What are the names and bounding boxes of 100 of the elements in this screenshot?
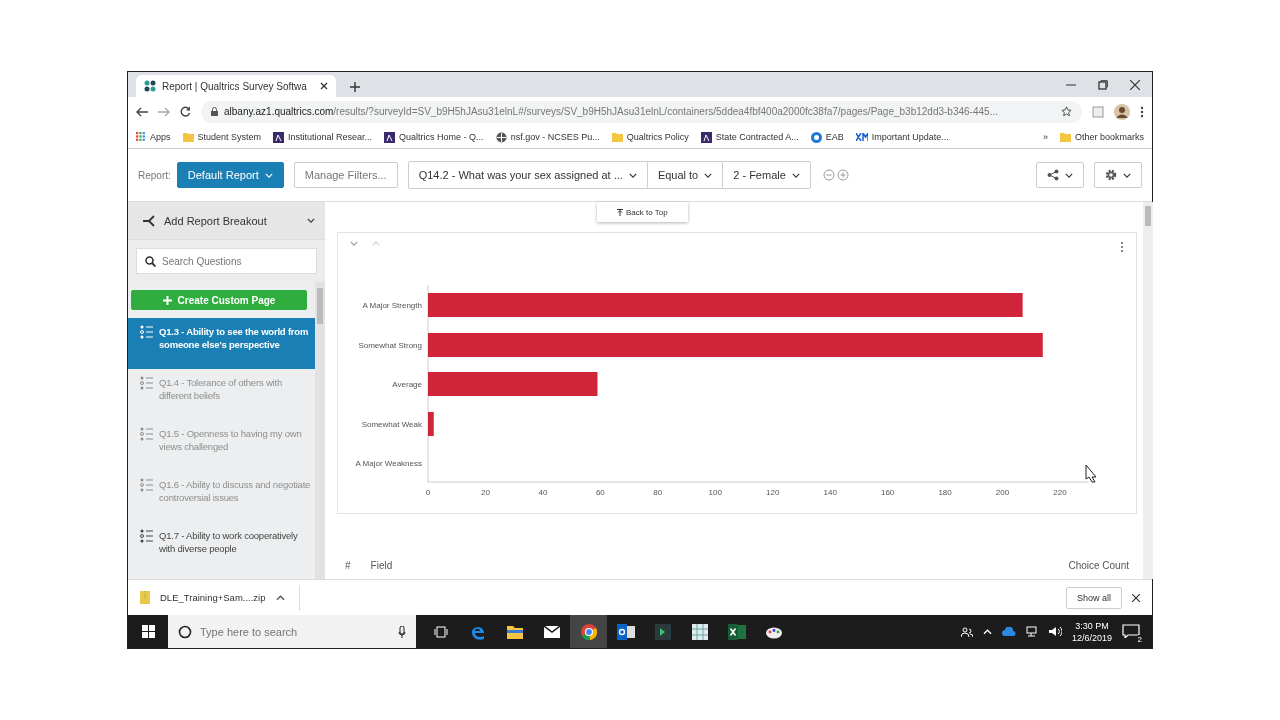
notification-count: 2 [1135,634,1144,644]
share-dropdown[interactable] [1036,162,1084,188]
restore-icon[interactable] [1098,79,1108,90]
lock-icon [211,107,218,116]
reload-icon[interactable] [180,106,191,117]
folder-icon[interactable] [506,624,523,639]
microphone-icon [398,625,406,638]
terminal-app-icon[interactable] [654,623,671,640]
folder-icon [1059,132,1071,142]
people-icon[interactable] [960,625,973,638]
chevron-icon [791,172,800,178]
add-report-breakout-button[interactable]: Add Report Breakout [128,202,325,240]
collapse-icon [350,241,358,246]
site-favicon-icon [700,131,712,143]
folder-icon [611,132,623,142]
tick-label: 100 [708,488,722,497]
manage-filters-button[interactable]: Manage Filters... [293,162,398,188]
column-header: Choice Count [1068,560,1129,571]
browser-tab[interactable]: Report | Qualtrics Survey Softwa [136,75,336,97]
search-field[interactable]: Search Questions [162,249,308,273]
category-label: Somewhat Strong [358,341,422,350]
list-icon [140,529,153,543]
bookmark[interactable]: nsf.gov - NCSES Pu... [495,131,600,143]
more-bookmarks[interactable]: » [1042,132,1048,142]
bookmark[interactable]: Other bookmarks [1059,132,1144,142]
speaker-icon[interactable] [1048,626,1062,637]
site-favicon-icon [384,131,396,143]
bookmark[interactable]: Qualtrics Home - Q... [384,131,484,143]
scrollbar-thumb[interactable] [1145,206,1151,226]
list-icon [140,376,153,390]
folder-icon [182,132,194,142]
tick-label: 40 [538,488,548,497]
question-item[interactable]: Q1.7 - Ability to work cooperatively with diverse people [128,522,315,573]
task-view-icon[interactable] [433,625,448,638]
tick-label: 180 [938,488,952,497]
chevron-icon [628,172,637,178]
chrome-browser-icon[interactable] [580,623,597,640]
report-dropdown[interactable]: Default Report [176,162,284,188]
grid-app-icon[interactable] [691,623,708,640]
bookmark[interactable]: EAB [810,131,844,143]
xm-logo-icon [855,133,868,141]
list-icon [140,478,153,492]
download-file-name[interactable]: DLE_Training+Sam....zip [160,592,266,603]
tick-label: 200 [995,488,1010,497]
report-label: Report: [138,169,171,181]
outlook-icon[interactable] [616,623,635,640]
bookmark[interactable]: Qualtrics Policy [611,132,689,142]
tick-label: 20 [481,488,490,497]
settings-dropdown[interactable] [1094,162,1142,188]
taskbar-search-box[interactable]: Type here to search [168,615,416,648]
qualtrics-favicon-icon [144,80,156,92]
site-favicon-icon [273,131,285,143]
mail-icon[interactable] [543,625,560,638]
star-icon[interactable] [1061,106,1072,117]
list-icon [140,325,153,339]
back-icon[interactable] [136,106,148,117]
category-label: A Major Weakness [355,459,422,468]
excel-icon[interactable] [727,623,746,640]
list-icon [140,427,153,441]
cloud-icon[interactable] [1001,627,1016,636]
category-label: Average [392,380,422,389]
caret-icon[interactable] [275,594,285,601]
scrollbar-thumb[interactable] [317,288,323,324]
network-icon[interactable] [1025,626,1039,637]
search-box[interactable]: Search Questions [136,248,317,274]
filter-question-dropdown[interactable]: Q14.2 - What was your sex assigned at ... [408,162,648,188]
globe-icon [495,131,507,143]
bookmark[interactable]: State Contracted A... [700,131,799,143]
chevron-icon [704,172,713,178]
bookmark[interactable]: Student System [182,132,262,142]
close-icon[interactable] [1132,593,1140,602]
arrow-up-icon [617,208,623,216]
taskbar-time[interactable]: 3:30 PM [1075,619,1109,632]
show-all-button[interactable]: Show all [1065,586,1122,609]
close-icon[interactable] [1130,79,1140,90]
search-circle-icon [178,624,192,639]
question-item[interactable]: Q1.3 - Ability to see the world from someone else's perspective [128,318,315,369]
bookmark[interactable]: Apps [136,132,171,142]
circle-logo-icon [810,131,822,143]
bookmark[interactable]: Important Update... [855,132,949,142]
avatar-icon[interactable] [1114,103,1130,120]
settings-icon [1105,169,1117,181]
back-to-top-button[interactable]: Back to Top [597,202,688,222]
windows-start-icon[interactable] [141,625,155,638]
tick-label: 120 [766,488,780,497]
bar [428,412,434,436]
tick-label: 0 [425,488,431,497]
taskbar-search-field[interactable]: Type here to search [200,615,390,648]
bookmark[interactable]: Institutional Resear... [273,131,373,143]
chevron-icon [1123,172,1131,178]
column-header: Field [370,560,393,571]
tick-label: 60 [595,488,605,497]
notification-icon[interactable] [1122,623,1140,638]
address-bar[interactable]: albany.az1.qualtrics.com/results/?surveyId=SV_b9H5hJAsu31elnL#/surveys/SV_b9H5hJAsu31elnL/containers/5ddea4fbf400a2000fc38fa7/pages/Page_b3b12dd3-b346-445... [201,100,1082,123]
new-tab-icon[interactable] [350,82,360,92]
tick-label: 140 [823,488,837,497]
search-icon [145,255,156,267]
taskbar-date[interactable]: 12/6/2019 [1071,631,1112,644]
close-icon[interactable] [320,82,328,90]
more-icon[interactable] [1140,105,1144,118]
